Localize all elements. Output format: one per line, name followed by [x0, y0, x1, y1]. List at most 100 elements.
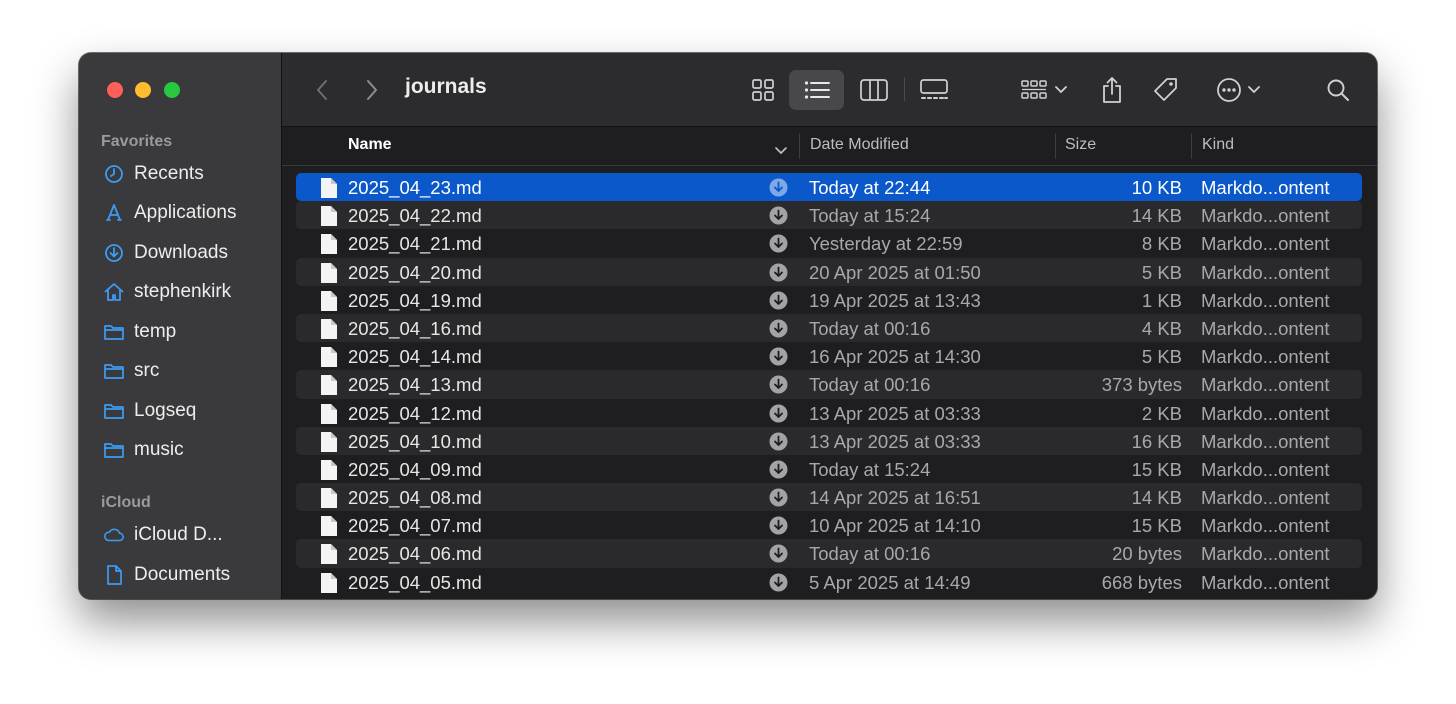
column-view-button[interactable] — [854, 71, 894, 109]
file-row[interactable]: 2025_04_05.md 5 Apr 2025 at 14:49 668 byte… — [296, 568, 1362, 596]
group-grid-icon — [1021, 80, 1047, 99]
zoom-window-button[interactable] — [164, 82, 180, 98]
column-kind-header[interactable]: Kind — [1202, 136, 1234, 154]
sidebar-item-logseq[interactable]: Logseq — [103, 395, 273, 427]
file-row[interactable]: 2025_04_14.md 16 Apr 2025 at 14:30 5 KB Mar… — [296, 342, 1362, 370]
back-button[interactable] — [310, 77, 334, 103]
sidebar-item-icloud-drive[interactable]: iCloud D... — [103, 519, 273, 551]
file-name: 2025_04_22.md — [348, 205, 482, 227]
file-size: 373 bytes — [1101, 374, 1182, 396]
forward-button[interactable] — [360, 77, 384, 103]
file-size: 8 KB — [1141, 233, 1182, 255]
group-by-button[interactable] — [1015, 71, 1073, 109]
column-date-header[interactable]: Date Modified — [810, 136, 909, 154]
file-row[interactable]: 2025_04_09.md Today at 15:24 15 KB Markdo..… — [296, 455, 1362, 483]
file-kind: Markdo...ontent — [1201, 205, 1330, 227]
list-icon — [804, 81, 830, 99]
column-name-header[interactable]: Name — [348, 136, 392, 154]
file-date-modified: Today at 00:16 — [809, 317, 931, 339]
sidebar-item-applications[interactable]: Applications — [103, 197, 273, 229]
icloud-download-icon[interactable] — [769, 319, 788, 343]
list-view-button[interactable] — [789, 70, 844, 110]
sidebar-item-documents[interactable]: Documents — [103, 559, 273, 591]
gallery-view-button[interactable] — [914, 71, 954, 109]
file-kind: Markdo...ontent — [1201, 261, 1330, 283]
file-name: 2025_04_21.md — [348, 233, 482, 255]
file-kind: Markdo...ontent — [1201, 571, 1330, 593]
file-row[interactable]: 2025_04_19.md 19 Apr 2025 at 13:43 1 KB Mar… — [296, 286, 1362, 314]
column-divider[interactable] — [1055, 133, 1056, 159]
sidebar-item-label: Documents — [134, 564, 231, 585]
icloud-download-icon[interactable] — [769, 375, 788, 399]
file-name: 2025_04_10.md — [348, 430, 482, 452]
file-size: 5 KB — [1141, 346, 1182, 368]
icloud-download-icon[interactable] — [769, 263, 788, 287]
document-icon — [320, 205, 338, 232]
file-row[interactable]: 2025_04_12.md 13 Apr 2025 at 03:33 2 KB Mar… — [296, 399, 1362, 427]
file-name: 2025_04_07.md — [348, 515, 482, 537]
file-name: 2025_04_14.md — [348, 346, 482, 368]
sidebar-item-temp[interactable]: temp — [103, 316, 273, 348]
icloud-download-icon[interactable] — [769, 488, 788, 512]
tags-button[interactable] — [1148, 71, 1184, 109]
document-icon — [320, 543, 338, 570]
minimize-window-button[interactable] — [135, 82, 151, 98]
sidebar-section-icloud: iCloud — [101, 494, 151, 511]
file-size: 668 bytes — [1101, 571, 1182, 593]
file-row[interactable]: 2025_04_21.md Yesterday at 22:59 8 KB Markd… — [296, 229, 1362, 257]
file-row[interactable]: 2025_04_08.md 14 Apr 2025 at 16:51 14 KB Ma… — [296, 483, 1362, 512]
icloud-download-icon[interactable] — [769, 178, 788, 202]
icloud-download-icon[interactable] — [769, 291, 788, 315]
document-icon — [103, 564, 125, 586]
file-row[interactable]: 2025_04_20.md 20 Apr 2025 at 01:50 5 KB Mar… — [296, 257, 1362, 287]
file-name: 2025_04_08.md — [348, 487, 482, 509]
search-button[interactable] — [1320, 71, 1356, 109]
icloud-download-icon[interactable] — [769, 347, 788, 371]
file-row[interactable]: 2025_04_23.md Today at 22:44 10 KB Markdo..… — [296, 173, 1362, 204]
sidebar-item-home[interactable]: stephenkirk — [103, 276, 273, 308]
column-divider[interactable] — [799, 133, 800, 159]
sidebar-item-label: iCloud D... — [134, 524, 223, 545]
sort-chevron-icon[interactable] — [775, 142, 787, 160]
file-row[interactable]: 2025_04_13.md Today at 00:16 373 bytes Mark… — [296, 370, 1362, 399]
icloud-download-icon[interactable] — [769, 432, 788, 456]
icloud-download-icon[interactable] — [769, 460, 788, 484]
file-kind: Markdo...ontent — [1201, 289, 1330, 311]
grid-icon — [752, 79, 774, 101]
icloud-download-icon[interactable] — [769, 573, 788, 597]
document-icon — [320, 177, 338, 204]
column-divider[interactable] — [1191, 133, 1192, 159]
file-size: 14 KB — [1131, 205, 1182, 227]
icloud-download-icon[interactable] — [769, 404, 788, 428]
file-row[interactable]: 2025_04_22.md Today at 15:24 14 KB Markdo..… — [296, 201, 1362, 232]
icon-view-button[interactable] — [743, 71, 783, 109]
close-window-button[interactable] — [107, 82, 123, 98]
file-row[interactable]: 2025_04_07.md 10 Apr 2025 at 14:10 15 KB Ma… — [296, 511, 1362, 539]
file-kind: Markdo...ontent — [1201, 233, 1330, 255]
file-date-modified: Today at 15:24 — [809, 458, 931, 480]
file-kind: Markdo...ontent — [1201, 458, 1330, 480]
icloud-download-icon[interactable] — [769, 234, 788, 258]
icloud-download-icon[interactable] — [769, 206, 788, 230]
sidebar-item-music[interactable]: music — [103, 434, 273, 466]
sidebar-item-label: Downloads — [134, 242, 228, 263]
document-icon — [320, 403, 338, 430]
file-name: 2025_04_16.md — [348, 317, 482, 339]
file-kind: Markdo...ontent — [1201, 374, 1330, 396]
file-kind: Markdo...ontent — [1201, 402, 1330, 424]
file-row[interactable]: 2025_04_06.md Today at 00:16 20 bytes Markd… — [296, 539, 1362, 570]
sidebar-item-src[interactable]: src — [103, 355, 273, 387]
more-actions-button[interactable] — [1209, 71, 1267, 109]
file-row[interactable]: 2025_04_10.md 13 Apr 2025 at 03:33 16 KB Ma… — [296, 426, 1362, 456]
sidebar-item-downloads[interactable]: Downloads — [103, 237, 273, 269]
columns-icon — [860, 79, 888, 101]
icloud-download-icon[interactable] — [769, 516, 788, 540]
sidebar-item-recents[interactable]: Recents — [103, 158, 273, 190]
share-button[interactable] — [1094, 70, 1130, 110]
file-date-modified: Today at 22:44 — [809, 177, 931, 198]
file-kind: Markdo...ontent — [1201, 346, 1330, 368]
icloud-download-icon[interactable] — [769, 544, 788, 568]
file-row[interactable]: 2025_04_16.md Today at 00:16 4 KB Markdo...… — [296, 313, 1362, 343]
column-size-header[interactable]: Size — [1065, 136, 1096, 154]
file-size: 15 KB — [1131, 458, 1182, 480]
